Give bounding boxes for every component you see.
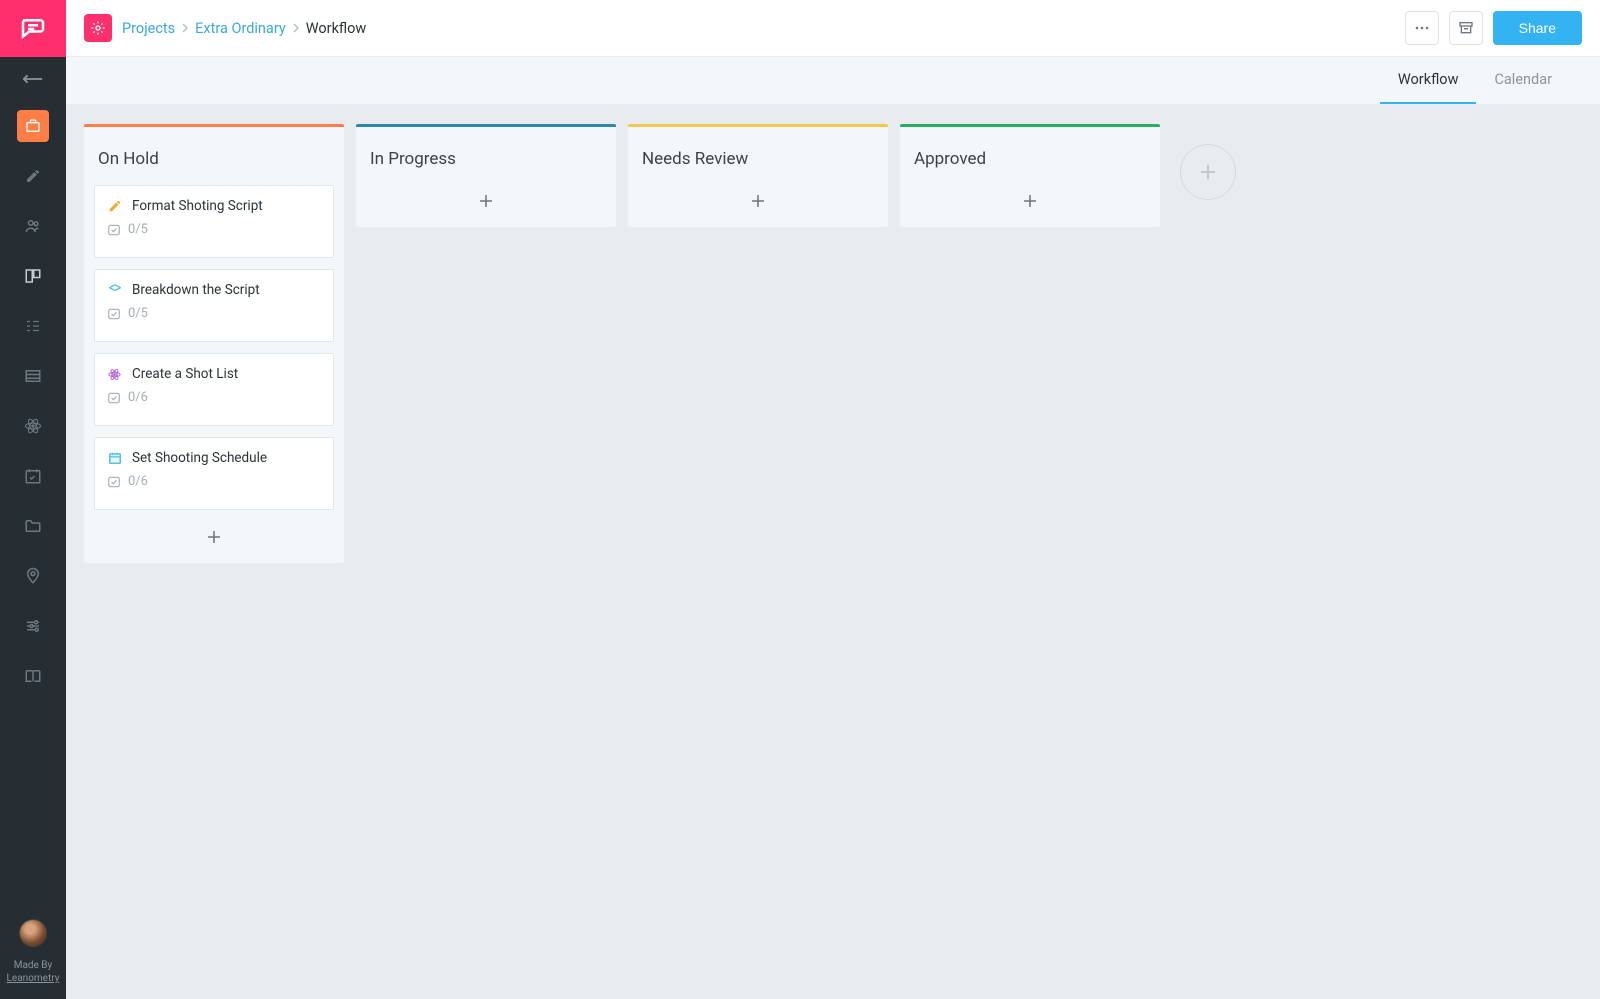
tab-calendar[interactable]: Calendar bbox=[1476, 57, 1570, 104]
pencil-icon bbox=[107, 199, 122, 214]
sidebar-item-team[interactable] bbox=[17, 210, 49, 242]
card-title: Create a Shot List bbox=[132, 366, 238, 382]
card-meta: 0/6 bbox=[107, 474, 321, 489]
column: Approved bbox=[900, 124, 1160, 227]
card-title: Set Shooting Schedule bbox=[132, 450, 267, 466]
add-column-button[interactable] bbox=[1180, 144, 1236, 200]
card-meta: 0/5 bbox=[107, 222, 321, 237]
card-meta: 0/6 bbox=[107, 390, 321, 405]
add-card-button[interactable] bbox=[366, 185, 606, 217]
sidebar-item-board[interactable] bbox=[17, 260, 49, 292]
breadcrumb-projects[interactable]: Projects bbox=[122, 20, 175, 37]
column-header: Approved bbox=[900, 127, 1160, 185]
app-logo[interactable] bbox=[0, 0, 66, 57]
sidebar-item-list[interactable] bbox=[17, 360, 49, 392]
column-header: On Hold bbox=[84, 127, 344, 185]
chevron-right-icon bbox=[181, 22, 189, 34]
column-header: Needs Review bbox=[628, 127, 888, 185]
add-card-button[interactable] bbox=[910, 185, 1150, 217]
checklist-icon bbox=[107, 475, 121, 489]
checklist-icon bbox=[107, 307, 121, 321]
tab-workflow[interactable]: Workflow bbox=[1380, 57, 1477, 104]
calendar-icon bbox=[107, 451, 122, 466]
tabbar: Workflow Calendar bbox=[66, 57, 1600, 104]
atom-icon bbox=[107, 367, 122, 382]
card[interactable]: Breakdown the Script 0/5 bbox=[94, 269, 334, 342]
column-body: Format Shoting Script0/5Breakdown the Sc… bbox=[84, 185, 344, 563]
archive-button[interactable] bbox=[1449, 11, 1483, 45]
sidebar-item-tasks[interactable] bbox=[17, 310, 49, 342]
checklist-icon bbox=[107, 391, 121, 405]
back-button[interactable] bbox=[0, 57, 66, 101]
card-title: Format Shoting Script bbox=[132, 198, 263, 214]
avatar[interactable] bbox=[19, 919, 47, 947]
column-body bbox=[900, 185, 1160, 227]
card-title: Breakdown the Script bbox=[132, 282, 260, 298]
column: On HoldFormat Shoting Script0/5Breakdown… bbox=[84, 124, 344, 563]
column: In Progress bbox=[356, 124, 616, 227]
card[interactable]: Format Shoting Script 0/5 bbox=[94, 185, 334, 258]
card[interactable]: Set Shooting Schedule 0/6 bbox=[94, 437, 334, 510]
breadcrumb-project[interactable]: Extra Ordinary bbox=[195, 20, 286, 37]
sidebar-item-location[interactable] bbox=[17, 560, 49, 592]
checklist-icon bbox=[107, 223, 121, 237]
card-progress: 0/5 bbox=[128, 306, 148, 321]
box-icon bbox=[107, 283, 122, 298]
card-progress: 0/5 bbox=[128, 222, 148, 237]
sidebar-item-settings[interactable] bbox=[17, 610, 49, 642]
add-card-button[interactable] bbox=[94, 521, 334, 553]
sidebar-item-book[interactable] bbox=[17, 660, 49, 692]
column-body bbox=[628, 185, 888, 227]
column-body bbox=[356, 185, 616, 227]
board: On HoldFormat Shoting Script0/5Breakdown… bbox=[66, 104, 1600, 999]
column-header: In Progress bbox=[356, 127, 616, 185]
card[interactable]: Create a Shot List 0/6 bbox=[94, 353, 334, 426]
sidebar: Made By Leanometry bbox=[0, 0, 66, 999]
sidebar-item-edit[interactable] bbox=[17, 160, 49, 192]
sidebar-item-folder[interactable] bbox=[17, 510, 49, 542]
sidebar-credit: Made By Leanometry bbox=[7, 959, 60, 999]
breadcrumb: Projects Extra Ordinary Workflow bbox=[122, 20, 366, 37]
add-card-button[interactable] bbox=[638, 185, 878, 217]
project-icon[interactable] bbox=[84, 14, 112, 42]
card-progress: 0/6 bbox=[128, 474, 148, 489]
column: Needs Review bbox=[628, 124, 888, 227]
card-progress: 0/6 bbox=[128, 390, 148, 405]
topbar: Projects Extra Ordinary Workflow Share bbox=[66, 0, 1600, 57]
share-button[interactable]: Share bbox=[1493, 11, 1582, 45]
more-button[interactable] bbox=[1405, 11, 1439, 45]
card-meta: 0/5 bbox=[107, 306, 321, 321]
chevron-right-icon bbox=[292, 22, 300, 34]
sidebar-item-atom[interactable] bbox=[17, 410, 49, 442]
sidebar-item-briefcase[interactable] bbox=[17, 110, 49, 142]
sidebar-item-calendar[interactable] bbox=[17, 460, 49, 492]
breadcrumb-current: Workflow bbox=[306, 20, 367, 37]
